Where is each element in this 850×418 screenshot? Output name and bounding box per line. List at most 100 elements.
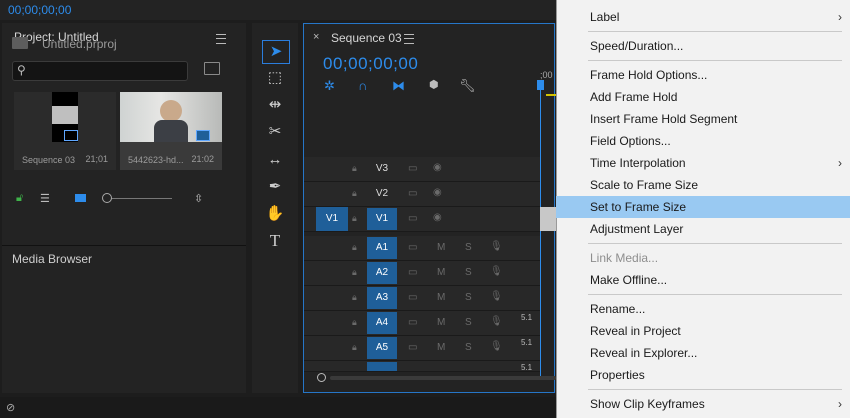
- menu-item-link-media[interactable]: Link Media...: [556, 247, 850, 269]
- razor-tool-icon[interactable]: ✂: [262, 121, 288, 143]
- menu-item-label[interactable]: Label ›: [556, 6, 850, 28]
- eye-icon[interactable]: ◉: [433, 212, 442, 223]
- menu-item-adjustment-layer[interactable]: Adjustment Layer: [556, 218, 850, 240]
- menu-item-speed-duration[interactable]: Speed/Duration...: [556, 35, 850, 57]
- project-item-sequence[interactable]: Sequence 03 21;01: [14, 92, 116, 170]
- track-lock-icon[interactable]: 🔒︎: [352, 163, 357, 174]
- eye-icon[interactable]: ◉: [433, 187, 442, 198]
- menu-item-rename[interactable]: Rename...: [556, 298, 850, 320]
- mute-button[interactable]: M: [437, 292, 445, 303]
- ripple-edit-tool-icon[interactable]: ⇹: [262, 94, 288, 116]
- zoom-slider-handle[interactable]: [102, 193, 112, 203]
- menu-item-field-options[interactable]: Field Options...: [556, 130, 850, 152]
- project-item-video-clip[interactable]: 5442623-hd... 21:02: [120, 92, 222, 170]
- media-browser-tab[interactable]: Media Browser: [12, 252, 92, 266]
- render-status-icon[interactable]: ⊘: [6, 401, 15, 414]
- linked-selection-icon[interactable]: ⧓: [392, 78, 405, 94]
- sequence-timecode[interactable]: 00;00;00;00: [323, 54, 418, 74]
- track-target-a2[interactable]: A2: [367, 262, 397, 284]
- sync-lock-icon[interactable]: ▭: [408, 342, 417, 353]
- track-target-v3[interactable]: V3: [367, 158, 397, 180]
- list-view-icon[interactable]: ☰: [40, 192, 50, 205]
- track-target-a6[interactable]: [367, 362, 397, 371]
- track-select-tool-icon[interactable]: ⬚: [262, 67, 288, 89]
- solo-button[interactable]: S: [465, 342, 472, 353]
- microphone-icon[interactable]: 🎙︎: [490, 316, 503, 327]
- microphone-icon[interactable]: 🎙︎: [490, 241, 503, 252]
- sync-lock-icon[interactable]: ▭: [408, 163, 417, 174]
- track-lock-icon[interactable]: 🔒︎: [352, 242, 357, 253]
- sync-lock-icon[interactable]: ▭: [408, 267, 417, 278]
- source-patch-v1[interactable]: V1: [316, 207, 348, 231]
- track-target-a1[interactable]: A1: [367, 237, 397, 259]
- sync-lock-icon[interactable]: ▭: [408, 213, 417, 224]
- menu-item-reveal-in-project[interactable]: Reveal in Project: [556, 320, 850, 342]
- timeline-zoom-handle[interactable]: [317, 373, 326, 382]
- hand-tool-icon[interactable]: ✋: [262, 203, 288, 225]
- sync-lock-icon[interactable]: ▭: [408, 317, 417, 328]
- lock-icon[interactable]: 🔓︎: [16, 192, 23, 205]
- sequence-tab[interactable]: Sequence 03: [331, 31, 402, 45]
- solo-button[interactable]: S: [465, 292, 472, 303]
- mute-button[interactable]: M: [437, 242, 445, 253]
- mute-button[interactable]: M: [437, 267, 445, 278]
- icon-view-icon[interactable]: [75, 194, 86, 202]
- menu-item-set-to-frame-size[interactable]: Set to Frame Size: [556, 196, 850, 218]
- menu-item-scale-to-frame-size[interactable]: Scale to Frame Size: [556, 174, 850, 196]
- wrench-icon[interactable]: 🔧︎: [459, 78, 476, 94]
- add-marker-icon[interactable]: ⬢: [429, 78, 439, 91]
- zoom-slider[interactable]: [106, 198, 172, 199]
- track-lock-icon[interactable]: 🔒︎: [352, 342, 357, 353]
- snap-icon[interactable]: ∩: [358, 78, 367, 93]
- microphone-icon[interactable]: 🎙︎: [490, 266, 503, 277]
- slip-tool-icon[interactable]: ↔: [262, 149, 288, 171]
- track-target-v2[interactable]: V2: [367, 183, 397, 205]
- menu-item-insert-frame-hold-segment[interactable]: Insert Frame Hold Segment: [556, 108, 850, 130]
- selection-tool-icon[interactable]: ➤: [262, 40, 290, 64]
- track-lock-icon[interactable]: 🔒︎: [352, 292, 357, 303]
- menu-item-make-offline[interactable]: Make Offline...: [556, 269, 850, 291]
- microphone-icon[interactable]: 🎙︎: [490, 291, 503, 302]
- mute-button[interactable]: M: [437, 317, 445, 328]
- menu-item-reveal-in-explorer[interactable]: Reveal in Explorer...: [556, 342, 850, 364]
- timeline-horizontal-scrollbar[interactable]: [330, 376, 556, 380]
- menu-separator: [588, 60, 842, 61]
- menu-item-text: Time Interpolation: [590, 156, 686, 170]
- solo-button[interactable]: S: [465, 267, 472, 278]
- new-bin-icon[interactable]: [204, 62, 220, 75]
- sync-lock-icon[interactable]: ▭: [408, 292, 417, 303]
- timeline-menu-icon[interactable]: [404, 34, 414, 44]
- pen-tool-icon[interactable]: ✒: [262, 176, 288, 198]
- track-lock-icon[interactable]: 🔒︎: [352, 267, 357, 278]
- timeline-clip[interactable]: [540, 207, 556, 231]
- eye-icon[interactable]: ◉: [433, 162, 442, 173]
- close-tab-icon[interactable]: ×: [313, 31, 319, 43]
- menu-item-frame-hold-options[interactable]: Frame Hold Options...: [556, 64, 850, 86]
- track-row-a4: [304, 311, 540, 336]
- project-search-input[interactable]: [12, 61, 188, 81]
- microphone-icon[interactable]: 🎙︎: [490, 341, 503, 352]
- solo-button[interactable]: S: [465, 242, 472, 253]
- track-target-v1[interactable]: V1: [367, 208, 397, 230]
- track-row-a5: [304, 336, 540, 361]
- track-lock-icon[interactable]: 🔒︎: [352, 317, 357, 328]
- sync-lock-icon[interactable]: ▭: [408, 242, 417, 253]
- track-target-a3[interactable]: A3: [367, 287, 397, 309]
- sync-lock-icon[interactable]: ▭: [408, 188, 417, 199]
- sort-icon[interactable]: ⇳: [194, 192, 203, 205]
- track-lock-icon[interactable]: 🔒︎: [352, 188, 357, 199]
- menu-item-add-frame-hold[interactable]: Add Frame Hold: [556, 86, 850, 108]
- video-clip-badge-icon: [196, 130, 210, 141]
- nest-icon[interactable]: ✲: [324, 78, 335, 94]
- menu-item-show-clip-keyframes[interactable]: Show Clip Keyframes ›: [556, 393, 850, 415]
- mute-button[interactable]: M: [437, 342, 445, 353]
- project-panel-menu-icon[interactable]: [216, 34, 226, 44]
- solo-button[interactable]: S: [465, 317, 472, 328]
- track-target-a5[interactable]: A5: [367, 337, 397, 359]
- track-lock-icon[interactable]: 🔒︎: [352, 213, 357, 224]
- type-tool-icon[interactable]: T: [262, 230, 288, 252]
- menu-item-time-interpolation[interactable]: Time Interpolation ›: [556, 152, 850, 174]
- program-timecode[interactable]: 00;00;00;00: [8, 3, 71, 17]
- menu-item-properties[interactable]: Properties: [556, 364, 850, 386]
- track-target-a4[interactable]: A4: [367, 312, 397, 334]
